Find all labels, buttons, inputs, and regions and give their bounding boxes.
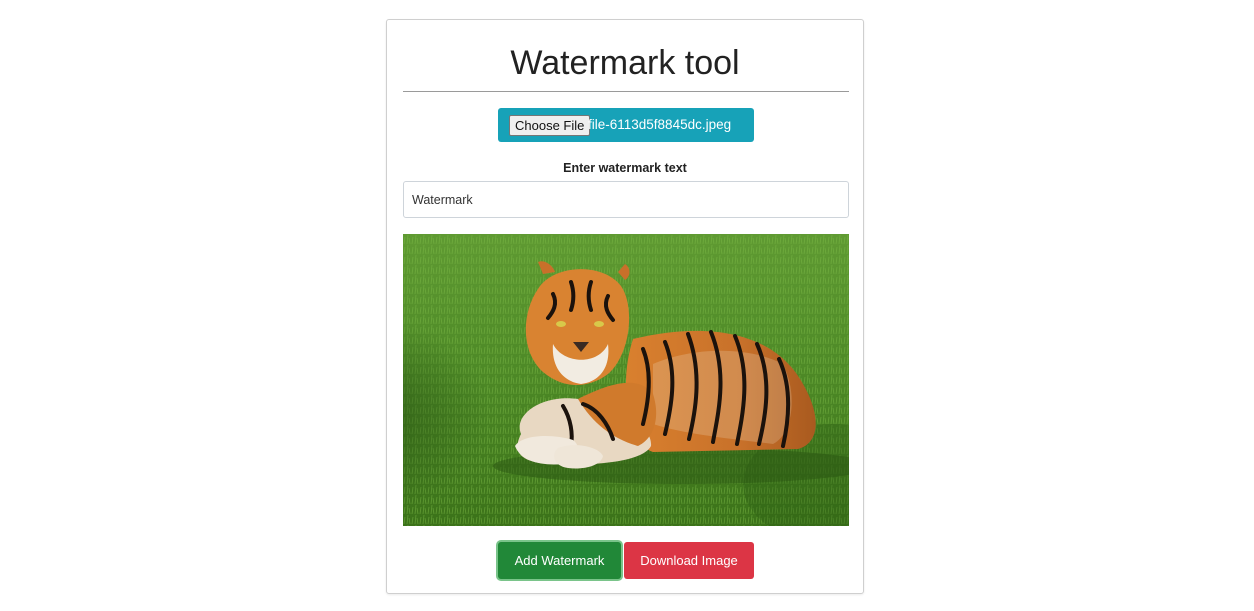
watermark-card: Watermark tool Choose File file-6113d5f8… <box>386 19 864 594</box>
file-picker[interactable]: Choose File file-6113d5f8845dc.jpeg <box>498 108 754 142</box>
title-divider <box>403 91 849 92</box>
choose-file-button[interactable]: Choose File <box>509 115 591 136</box>
page-title: Watermark tool <box>510 44 740 82</box>
selected-file-name: file-6113d5f8845dc.jpeg <box>588 117 732 132</box>
watermark-text-label: Enter watermark text <box>563 161 687 175</box>
add-watermark-button[interactable]: Add Watermark <box>498 542 621 579</box>
preview-image <box>403 234 849 526</box>
download-image-button[interactable]: Download Image <box>624 542 754 579</box>
watermark-text-input[interactable] <box>403 181 849 218</box>
